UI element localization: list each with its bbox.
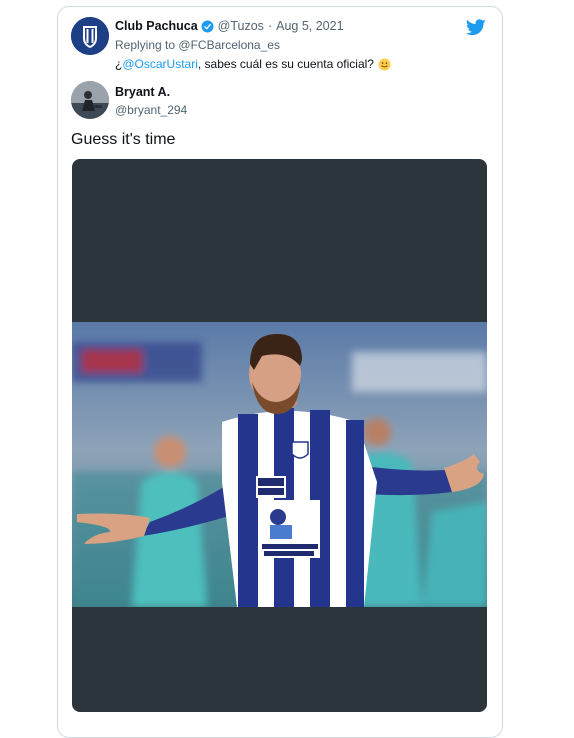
replying-to-handle[interactable]: @FCBarcelona_es (178, 38, 280, 52)
quoted-author-name[interactable]: Club Pachuca (115, 19, 198, 33)
bryant-avatar[interactable] (71, 81, 109, 119)
embedded-tweet-card[interactable]: Club Pachuca @Tuzos · Aug 5, 2021 Replyi… (57, 6, 503, 738)
quoted-tweet-text: ¿ @OscarUstari , sabes cuál es su cuenta… (115, 57, 391, 71)
player-photo[interactable] (72, 322, 487, 607)
tweet-author-handle[interactable]: @bryant_294 (115, 103, 187, 117)
club-pachuca-avatar[interactable] (71, 17, 109, 55)
replying-to-label: Replying to (115, 38, 176, 52)
club-crest-icon (71, 17, 109, 55)
quoted-text-body: , sabes cuál es su cuenta oficial? (197, 57, 374, 71)
tweet-text: Guess it's time (71, 131, 176, 148)
quoted-author-handle[interactable]: @Tuzos (218, 19, 264, 33)
user-photo-icon (71, 81, 109, 119)
football-celebration-image (72, 322, 487, 607)
quoted-text-prefix: ¿ (115, 57, 123, 71)
twitter-bird-icon[interactable] (466, 19, 486, 36)
meta-separator: · (267, 19, 273, 33)
tweet-media[interactable] (72, 159, 487, 712)
quoted-tweet-header: Club Pachuca @Tuzos · Aug 5, 2021 (115, 19, 344, 33)
replying-to-line: Replying to @FCBarcelona_es (115, 38, 280, 52)
verified-badge-icon (201, 20, 214, 32)
mention-link[interactable]: @OscarUstari (122, 57, 198, 71)
tweet-author-name[interactable]: Bryant A. (115, 85, 170, 99)
slightly-smiling-face-icon (378, 58, 391, 70)
quoted-tweet-date[interactable]: Aug 5, 2021 (276, 19, 343, 33)
